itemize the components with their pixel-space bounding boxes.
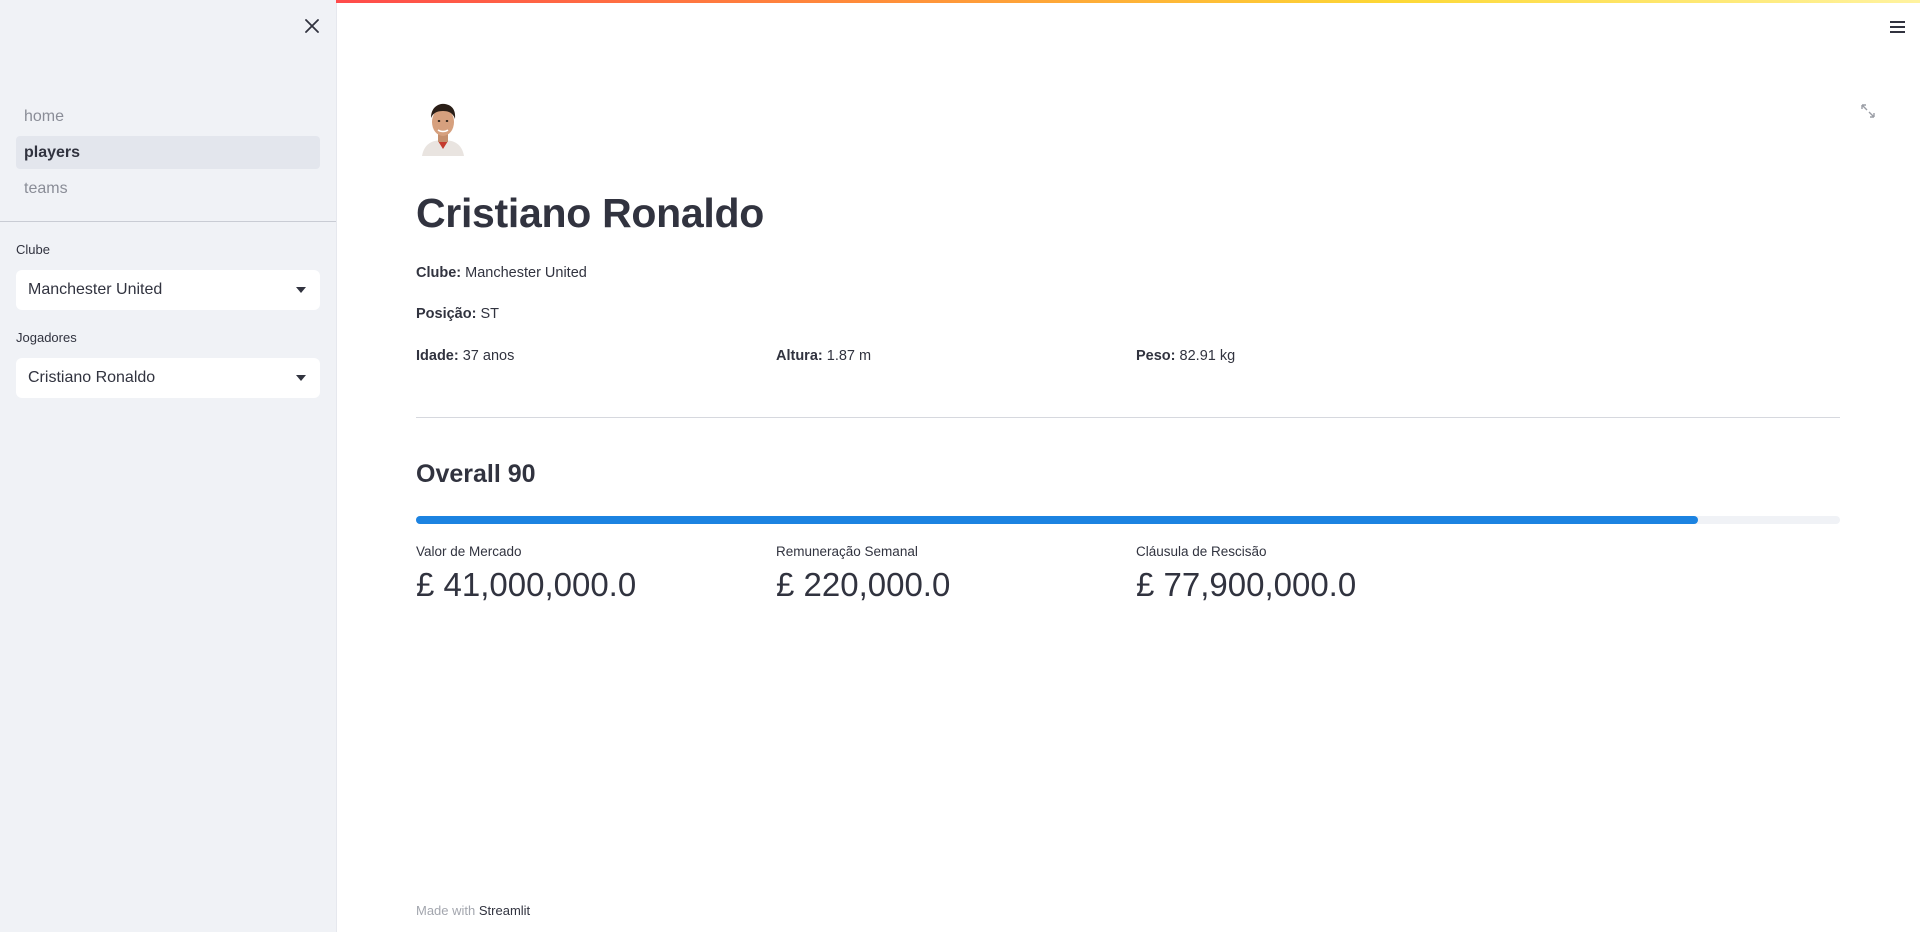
- footer-prefix: Made with: [416, 903, 479, 918]
- weekly-wage-label: Remuneração Semanal: [776, 544, 918, 559]
- market-value: £ 41,000,000.0: [416, 566, 637, 603]
- club-select-value: Manchester United: [28, 281, 163, 298]
- footer-streamlit-link[interactable]: Streamlit: [479, 903, 530, 918]
- close-sidebar-button[interactable]: [300, 14, 324, 38]
- fullscreen-button[interactable]: [1859, 102, 1877, 120]
- position-info-label: Posição:: [416, 306, 477, 322]
- height-info-label: Altura:: [776, 348, 823, 364]
- chevron-down-icon: [296, 287, 306, 293]
- sidebar-item-home[interactable]: home: [16, 100, 320, 133]
- sidebar-item-players[interactable]: players: [16, 136, 320, 169]
- height-info-value: 1.87 m: [826, 348, 872, 364]
- player-select-value: Cristiano Ronaldo: [28, 369, 156, 386]
- app: home players teams Clube Manchester Unit…: [0, 0, 1920, 932]
- player-photo: [416, 100, 470, 156]
- height-info: Altura: 1.87 m: [776, 348, 871, 364]
- overall-progress-bar: [416, 516, 1840, 524]
- player-select-label: Jogadores: [16, 330, 77, 345]
- position-info: Posição: ST: [416, 306, 499, 322]
- footer: Made with Streamlit: [416, 903, 530, 918]
- player-avatar-image: [422, 103, 464, 156]
- club-info: Clube: Manchester United: [416, 265, 587, 281]
- release-clause-label: Cláusula de Rescisão: [1136, 544, 1267, 559]
- club-select[interactable]: Manchester United: [16, 270, 320, 310]
- weight-info-value: 82.91 kg: [1179, 348, 1236, 364]
- weekly-wage-value: £ 220,000.0: [776, 566, 951, 603]
- close-icon: [305, 19, 319, 33]
- section-divider: [416, 417, 1840, 418]
- overall-progress-fill: [416, 516, 1698, 524]
- market-value-label: Valor de Mercado: [416, 544, 522, 559]
- club-select-label: Clube: [16, 242, 50, 257]
- sidebar: home players teams Clube Manchester Unit…: [0, 0, 337, 932]
- age-info: Idade: 37 anos: [416, 348, 514, 364]
- age-info-label: Idade:: [416, 348, 459, 364]
- club-info-value: Manchester United: [465, 265, 587, 281]
- sidebar-nav: home players teams: [16, 100, 320, 208]
- sidebar-item-teams[interactable]: teams: [16, 172, 320, 205]
- main-content: Cristiano Ronaldo Clube: Manchester Unit…: [336, 0, 1920, 932]
- weight-info: Peso: 82.91 kg: [1136, 348, 1235, 364]
- overall-heading: Overall 90: [416, 460, 536, 488]
- position-info-value: ST: [480, 306, 499, 322]
- weight-info-label: Peso:: [1136, 348, 1176, 364]
- player-select[interactable]: Cristiano Ronaldo: [16, 358, 320, 398]
- expand-icon: [1861, 104, 1875, 118]
- club-info-label: Clube:: [416, 265, 462, 281]
- sidebar-divider: [0, 221, 336, 222]
- chevron-down-icon: [296, 375, 306, 381]
- release-clause-value: £ 77,900,000.0: [1136, 566, 1357, 603]
- player-name: Cristiano Ronaldo: [416, 190, 764, 236]
- age-info-value: 37 anos: [462, 348, 515, 364]
